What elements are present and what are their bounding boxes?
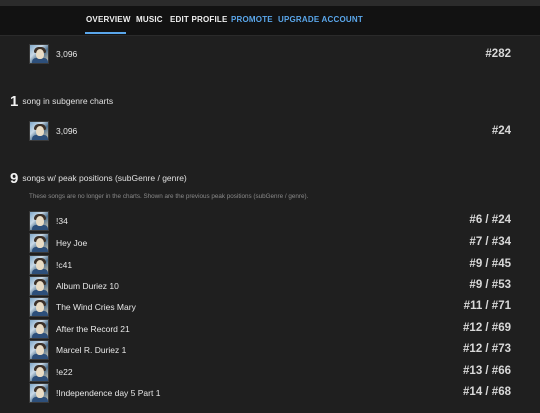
peak-song-row[interactable]: !e22 #13 / #66: [0, 362, 540, 384]
peak-song-row[interactable]: !c41 #9 / #45: [0, 255, 540, 277]
tab-overview[interactable]: OVERVIEW: [86, 15, 131, 24]
song-thumbnail[interactable]: [29, 297, 49, 317]
peak-song-row[interactable]: After the Record 21 #12 / #69: [0, 319, 540, 341]
peaks-label: songs w/ peak positions (subGenre / genr…: [22, 173, 187, 183]
peak-rank: #12 / #69: [463, 322, 511, 334]
peak-rank: #9 / #53: [469, 279, 511, 291]
peak-rank: #13 / #66: [463, 365, 511, 377]
peak-song-row[interactable]: !34 #6 / #24: [0, 211, 540, 233]
peak-rank: #11 / #71: [463, 300, 511, 312]
song-title[interactable]: !c41: [56, 260, 72, 270]
peak-rank: #6 / #24: [469, 214, 511, 226]
peaks-section-header: 9 songs w/ peak positions (subGenre / gen…: [10, 170, 187, 190]
tab-upgrade-account[interactable]: UPGRADE ACCOUNT: [278, 15, 363, 24]
peak-song-row[interactable]: Album Duriez 10 #9 / #53: [0, 276, 540, 298]
subgenre-section-header: 1 song in subgenre charts: [10, 93, 113, 113]
peak-song-row[interactable]: The Wind Cries Mary #11 / #71: [0, 297, 540, 319]
song-title[interactable]: Hey Joe: [56, 238, 87, 248]
song-title[interactable]: Marcel R. Duriez 1: [56, 345, 126, 355]
subgenre-count: 1: [10, 93, 19, 110]
song-thumbnail[interactable]: [29, 383, 49, 403]
peak-rank: #12 / #73: [463, 343, 511, 355]
song-thumbnail[interactable]: [29, 211, 49, 231]
song-thumbnail[interactable]: [29, 319, 49, 339]
peak-rank: #9 / #45: [469, 258, 511, 270]
song-title[interactable]: The Wind Cries Mary: [56, 302, 136, 312]
peak-song-row[interactable]: Hey Joe #7 / #34: [0, 233, 540, 255]
song-thumbnail[interactable]: [29, 340, 49, 360]
song-title[interactable]: After the Record 21: [56, 324, 130, 334]
song-title[interactable]: !e22: [56, 367, 73, 377]
song-thumbnail[interactable]: [29, 121, 49, 141]
song-thumbnail[interactable]: [29, 44, 49, 64]
song-thumbnail[interactable]: [29, 362, 49, 382]
subgenre-label: song in subgenre charts: [22, 96, 114, 106]
peak-rank: #14 / #68: [463, 386, 511, 398]
peaks-note: These songs are no longer in the charts.…: [29, 193, 309, 200]
peak-song-row[interactable]: Marcel R. Duriez 1 #12 / #73: [0, 340, 540, 362]
peak-rank: #7 / #34: [469, 236, 511, 248]
chart-row[interactable]: 3,096 #24: [0, 121, 540, 143]
song-title[interactable]: Album Duriez 10: [56, 281, 119, 291]
tab-promote[interactable]: PROMOTE: [231, 15, 273, 24]
tab-music[interactable]: MUSIC: [136, 15, 163, 24]
tab-edit-profile[interactable]: EDIT PROFILE: [170, 15, 228, 24]
song-title[interactable]: 3,096: [56, 49, 77, 59]
song-title[interactable]: !34: [56, 216, 68, 226]
peak-song-row[interactable]: !Independence day 5 Part 1 #14 / #68: [0, 383, 540, 405]
chart-rank: #24: [491, 125, 511, 137]
song-thumbnail[interactable]: [29, 233, 49, 253]
song-title[interactable]: !Independence day 5 Part 1: [56, 388, 160, 398]
song-thumbnail[interactable]: [29, 255, 49, 275]
chart-rank: #282: [485, 48, 511, 60]
song-thumbnail[interactable]: [29, 276, 49, 296]
chart-row[interactable]: 3,096 #282: [0, 44, 540, 66]
song-title[interactable]: 3,096: [56, 126, 77, 136]
active-tab-indicator: [85, 32, 126, 34]
peaks-count: 9: [10, 170, 19, 187]
profile-nav: OVERVIEW MUSIC EDIT PROFILE PROMOTE UPGR…: [0, 6, 540, 36]
